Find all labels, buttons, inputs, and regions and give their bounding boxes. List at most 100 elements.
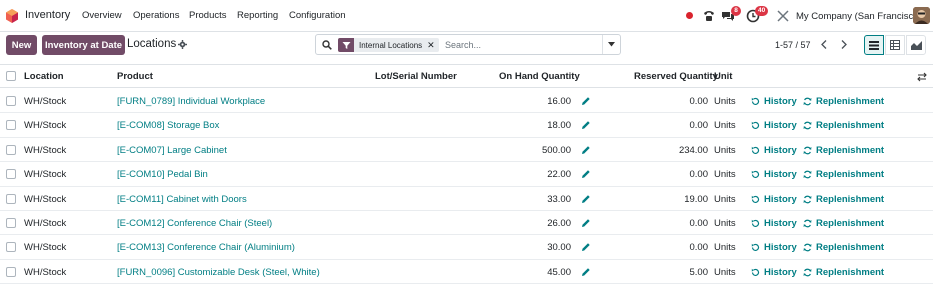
unit-cell: Units — [714, 242, 736, 254]
status-dot[interactable] — [686, 12, 693, 19]
replenishment-label: Replenishment — [816, 193, 885, 205]
tools-icon[interactable] — [776, 9, 790, 23]
menu-overview[interactable]: Overview — [82, 10, 122, 21]
replenishment-button[interactable]: Replenishment — [803, 145, 884, 156]
gear-icon[interactable] — [178, 40, 187, 49]
column-product[interactable]: Product — [117, 71, 153, 82]
replenishment-button[interactable]: Replenishment — [803, 96, 884, 107]
row-checkbox[interactable] — [6, 96, 16, 106]
search-bar[interactable]: Internal Locations ✕ Search... — [315, 34, 621, 55]
location-cell: WH/Stock — [24, 169, 67, 181]
replenishment-button[interactable]: Replenishment — [803, 242, 884, 253]
product-cell[interactable]: [FURN_0096] Customizable Desk (Steel, Wh… — [117, 267, 320, 278]
table-row[interactable]: WH/Stock [E-COM11] Cabinet with Doors 33… — [0, 187, 933, 211]
on-hand-cell[interactable]: 16.00 — [500, 96, 571, 107]
replenishment-button[interactable]: Replenishment — [803, 267, 884, 278]
table-row[interactable]: WH/Stock [FURN_0096] Customizable Desk (… — [0, 260, 933, 285]
search-input[interactable]: Search... — [445, 40, 481, 50]
reserved-cell: 0.00 — [689, 218, 709, 229]
app-name[interactable]: Inventory — [25, 9, 70, 21]
on-hand-cell[interactable]: 30.00 — [500, 242, 571, 253]
column-unit[interactable]: Unit — [714, 71, 732, 82]
history-button[interactable]: History — [751, 194, 797, 205]
pencil-icon[interactable] — [581, 169, 591, 179]
column-on-hand[interactable]: On Hand Quantity — [499, 71, 580, 82]
on-hand-cell[interactable]: 45.00 — [500, 267, 571, 278]
replenishment-button[interactable]: Replenishment — [803, 194, 884, 205]
pencil-icon[interactable] — [581, 242, 591, 252]
row-checkbox[interactable] — [6, 144, 16, 155]
on-hand-cell[interactable]: 33.00 — [500, 194, 571, 205]
product-cell[interactable]: [E-COM10] Pedal Bin — [117, 169, 208, 180]
on-hand-cell[interactable]: 18.00 — [500, 120, 571, 131]
on-hand-cell[interactable]: 500.00 — [500, 145, 571, 156]
menu-configuration[interactable]: Configuration — [289, 10, 346, 21]
pencil-icon[interactable] — [581, 145, 591, 155]
list-icon — [869, 40, 879, 50]
inventory-app-icon[interactable] — [6, 9, 18, 23]
product-cell[interactable]: [E-COM11] Cabinet with Doors — [117, 194, 247, 205]
history-button[interactable]: History — [751, 145, 797, 156]
row-checkbox[interactable] — [6, 242, 16, 253]
replenishment-label: Replenishment — [816, 242, 885, 254]
table-row[interactable]: WH/Stock [E-COM10] Pedal Bin 22.00 0.00 … — [0, 162, 933, 187]
history-button[interactable]: History — [751, 267, 797, 278]
new-button[interactable]: New — [6, 35, 37, 55]
history-button[interactable]: History — [751, 96, 797, 107]
table-row[interactable]: WH/Stock [E-COM12] Conference Chair (Ste… — [0, 211, 933, 236]
user-avatar[interactable] — [913, 7, 930, 24]
product-cell[interactable]: [E-COM07] Large Cabinet — [117, 145, 227, 156]
on-hand-cell[interactable]: 22.00 — [500, 169, 571, 180]
table-row[interactable]: WH/Stock [E-COM07] Large Cabinet 500.00 … — [0, 138, 933, 163]
row-checkbox[interactable] — [6, 218, 16, 228]
table-row[interactable]: WH/Stock [E-COM13] Conference Chair (Alu… — [0, 235, 933, 260]
refresh-icon — [803, 170, 812, 179]
history-button[interactable]: History — [751, 120, 797, 131]
menu-reporting[interactable]: Reporting — [237, 10, 278, 21]
table-row[interactable]: WH/Stock [E-COM08] Storage Box 18.00 0.0… — [0, 113, 933, 138]
inventory-at-date-button[interactable]: Inventory at Date — [42, 35, 125, 55]
phone-icon[interactable] — [702, 9, 716, 23]
pager-previous-button[interactable] — [815, 35, 833, 54]
pencil-icon[interactable] — [581, 120, 591, 130]
chevron-left-icon — [821, 40, 827, 49]
product-cell[interactable]: [E-COM12] Conference Chair (Steel) — [117, 218, 272, 229]
row-checkbox[interactable] — [6, 193, 16, 204]
history-button[interactable]: History — [751, 242, 797, 253]
graph-view-button[interactable] — [906, 35, 926, 55]
pager-value[interactable]: 1-57 / 57 — [775, 40, 811, 50]
replenishment-button[interactable]: Replenishment — [803, 120, 884, 131]
pencil-icon[interactable] — [581, 96, 591, 106]
column-location[interactable]: Location — [24, 71, 64, 82]
optional-columns-icon[interactable] — [917, 72, 927, 82]
column-reserved[interactable]: Reserved Quantity — [634, 71, 718, 82]
replenishment-button[interactable]: Replenishment — [803, 218, 884, 229]
pencil-icon[interactable] — [581, 218, 591, 228]
row-checkbox[interactable] — [6, 266, 16, 277]
pencil-icon[interactable] — [581, 194, 591, 204]
pivot-view-button[interactable] — [885, 35, 905, 55]
list-view-button[interactable] — [864, 35, 884, 55]
pencil-icon[interactable] — [581, 267, 591, 277]
row-checkbox[interactable] — [6, 120, 16, 131]
company-switcher[interactable]: My Company (San Francisco) — [796, 11, 922, 22]
refresh-icon — [803, 146, 812, 155]
history-button[interactable]: History — [751, 169, 797, 180]
replenishment-button[interactable]: Replenishment — [803, 169, 884, 180]
search-options-toggle[interactable] — [602, 35, 620, 54]
history-button[interactable]: History — [751, 218, 797, 229]
refresh-icon — [803, 268, 812, 277]
product-cell[interactable]: [E-COM08] Storage Box — [117, 120, 219, 131]
row-checkbox[interactable] — [6, 169, 16, 180]
table-row[interactable]: WH/Stock [FURN_0789] Individual Workplac… — [0, 89, 933, 114]
facet-remove-icon[interactable]: ✕ — [427, 40, 439, 51]
on-hand-cell[interactable]: 26.00 — [500, 218, 571, 229]
column-lot[interactable]: Lot/Serial Number — [375, 71, 457, 82]
select-all-checkbox[interactable] — [6, 71, 16, 81]
reserved-cell: 0.00 — [689, 120, 709, 132]
menu-products[interactable]: Products — [189, 10, 227, 21]
menu-operations[interactable]: Operations — [133, 10, 179, 21]
product-cell[interactable]: [FURN_0789] Individual Workplace — [117, 96, 265, 107]
product-cell[interactable]: [E-COM13] Conference Chair (Aluminium) — [117, 242, 295, 253]
pager-next-button[interactable] — [835, 35, 853, 54]
